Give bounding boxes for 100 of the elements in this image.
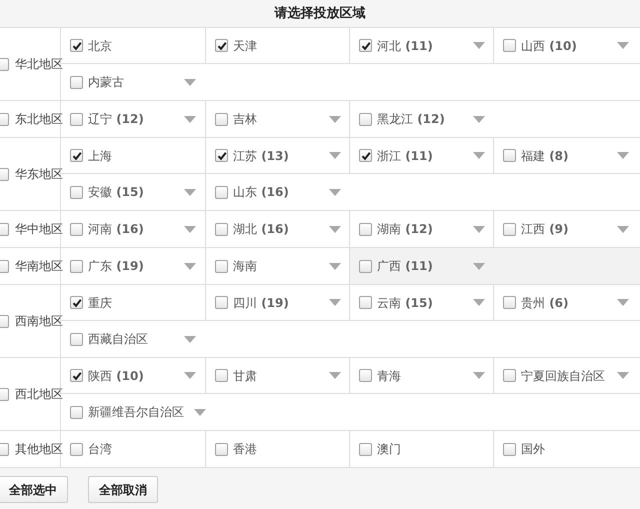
check-icon bbox=[72, 40, 82, 50]
caret-icon[interactable] bbox=[184, 372, 196, 379]
caret-icon[interactable] bbox=[473, 262, 485, 270]
caret-icon[interactable] bbox=[184, 116, 196, 122]
caret-icon[interactable] bbox=[329, 299, 341, 306]
checkbox[interactable] bbox=[359, 442, 372, 456]
checkbox[interactable] bbox=[215, 442, 228, 456]
province-label: 贵州 (6) bbox=[521, 294, 569, 312]
caret-icon[interactable] bbox=[329, 188, 341, 196]
checkbox[interactable] bbox=[215, 39, 228, 52]
caret-icon[interactable] bbox=[617, 299, 629, 306]
checkbox[interactable] bbox=[215, 369, 228, 382]
province-label: 云南 (15) bbox=[377, 294, 433, 312]
checkbox[interactable] bbox=[359, 369, 372, 382]
checkbox[interactable] bbox=[70, 260, 83, 272]
checkbox[interactable] bbox=[70, 332, 83, 346]
caret-icon[interactable] bbox=[473, 116, 485, 122]
caret-icon[interactable] bbox=[184, 226, 196, 232]
province-label: 宁夏回族自治区 bbox=[521, 368, 605, 384]
province-label: 海南 bbox=[233, 258, 257, 275]
province-label: 吉林 bbox=[233, 111, 257, 128]
checkbox[interactable] bbox=[70, 406, 83, 418]
caret-icon[interactable] bbox=[617, 152, 629, 159]
province-label: 青海 bbox=[377, 368, 401, 384]
province-label: 江西 (9) bbox=[521, 221, 569, 238]
province-label: 黑龙江 (12) bbox=[377, 111, 445, 128]
caret-icon[interactable] bbox=[329, 152, 341, 159]
checkbox[interactable] bbox=[70, 296, 83, 309]
checkbox[interactable] bbox=[70, 76, 83, 88]
checkbox[interactable] bbox=[215, 260, 228, 272]
region-label: 西北地区 bbox=[15, 386, 63, 403]
province-label: 河北 (11) bbox=[377, 38, 433, 54]
caret-icon[interactable] bbox=[329, 262, 341, 270]
checkbox[interactable] bbox=[70, 442, 83, 456]
checkbox[interactable] bbox=[359, 112, 372, 126]
checkbox[interactable] bbox=[503, 222, 516, 236]
caret-icon[interactable] bbox=[473, 42, 485, 49]
region-label: 东北地区 bbox=[15, 111, 63, 128]
checkbox[interactable] bbox=[503, 296, 516, 309]
province-label: 广东 (19) bbox=[88, 258, 144, 275]
province-label: 天津 bbox=[233, 38, 257, 54]
check-icon bbox=[360, 150, 370, 160]
check-icon bbox=[72, 150, 82, 160]
checkbox[interactable] bbox=[359, 296, 372, 309]
caret-icon[interactable] bbox=[617, 226, 629, 232]
region-label: 华南地区 bbox=[15, 258, 63, 275]
caret-icon[interactable] bbox=[184, 336, 196, 342]
caret-icon[interactable] bbox=[184, 78, 196, 86]
caret-icon[interactable] bbox=[473, 152, 485, 159]
province-label: 台湾 bbox=[88, 441, 112, 458]
province-label: 澳门 bbox=[377, 441, 401, 458]
checkbox[interactable] bbox=[70, 112, 83, 126]
caret-icon[interactable] bbox=[184, 188, 196, 196]
check-icon bbox=[72, 298, 82, 308]
checkbox[interactable] bbox=[359, 39, 372, 52]
region-label: 西南地区 bbox=[15, 313, 63, 330]
caret-icon[interactable] bbox=[184, 262, 196, 270]
checkbox[interactable] bbox=[359, 222, 372, 236]
checkbox[interactable] bbox=[503, 442, 516, 456]
province-label: 山西 (10) bbox=[521, 38, 577, 54]
checkbox[interactable] bbox=[359, 149, 372, 162]
province-label: 内蒙古 bbox=[88, 74, 124, 91]
region-label: 华中地区 bbox=[15, 221, 63, 238]
checkbox[interactable] bbox=[70, 39, 83, 52]
province-label: 上海 bbox=[88, 148, 112, 164]
province-label: 广西 (11) bbox=[377, 258, 433, 275]
caret-icon[interactable] bbox=[473, 226, 485, 232]
checkbox[interactable] bbox=[359, 260, 372, 272]
checkbox[interactable] bbox=[70, 186, 83, 198]
action-button[interactable]: 全部选中 bbox=[0, 476, 68, 503]
province-label: 甘肃 bbox=[233, 368, 257, 384]
checkbox[interactable] bbox=[215, 222, 228, 236]
caret-icon[interactable] bbox=[473, 372, 485, 379]
province-label: 国外 bbox=[521, 441, 545, 458]
caret-icon[interactable] bbox=[194, 408, 206, 416]
province-label: 新疆维吾尔自治区 bbox=[88, 404, 184, 421]
caret-icon[interactable] bbox=[473, 299, 485, 306]
caret-icon[interactable] bbox=[617, 42, 629, 49]
caret-icon[interactable] bbox=[329, 372, 341, 379]
checkbox[interactable] bbox=[70, 369, 83, 382]
checkbox[interactable] bbox=[70, 149, 83, 162]
checkbox[interactable] bbox=[503, 369, 516, 382]
province-label: 浙江 (11) bbox=[377, 148, 433, 164]
checkbox[interactable] bbox=[215, 186, 228, 198]
checkbox[interactable] bbox=[215, 149, 228, 162]
caret-icon[interactable] bbox=[329, 226, 341, 232]
caret-icon[interactable] bbox=[329, 116, 341, 122]
province-label: 西藏自治区 bbox=[88, 331, 148, 348]
checkbox[interactable] bbox=[503, 149, 516, 162]
province-label: 湖南 (12) bbox=[377, 221, 433, 238]
checkbox[interactable] bbox=[70, 222, 83, 236]
action-button[interactable]: 全部取消 bbox=[88, 476, 158, 503]
province-label: 重庆 bbox=[88, 294, 112, 312]
checkbox[interactable] bbox=[215, 112, 228, 126]
checkbox[interactable] bbox=[215, 296, 228, 309]
province-label: 陕西 (10) bbox=[88, 368, 144, 384]
province-label: 安徽 (15) bbox=[88, 184, 144, 201]
checkbox[interactable] bbox=[503, 39, 516, 52]
province-label: 山东 (16) bbox=[233, 184, 289, 201]
caret-icon[interactable] bbox=[617, 372, 629, 379]
